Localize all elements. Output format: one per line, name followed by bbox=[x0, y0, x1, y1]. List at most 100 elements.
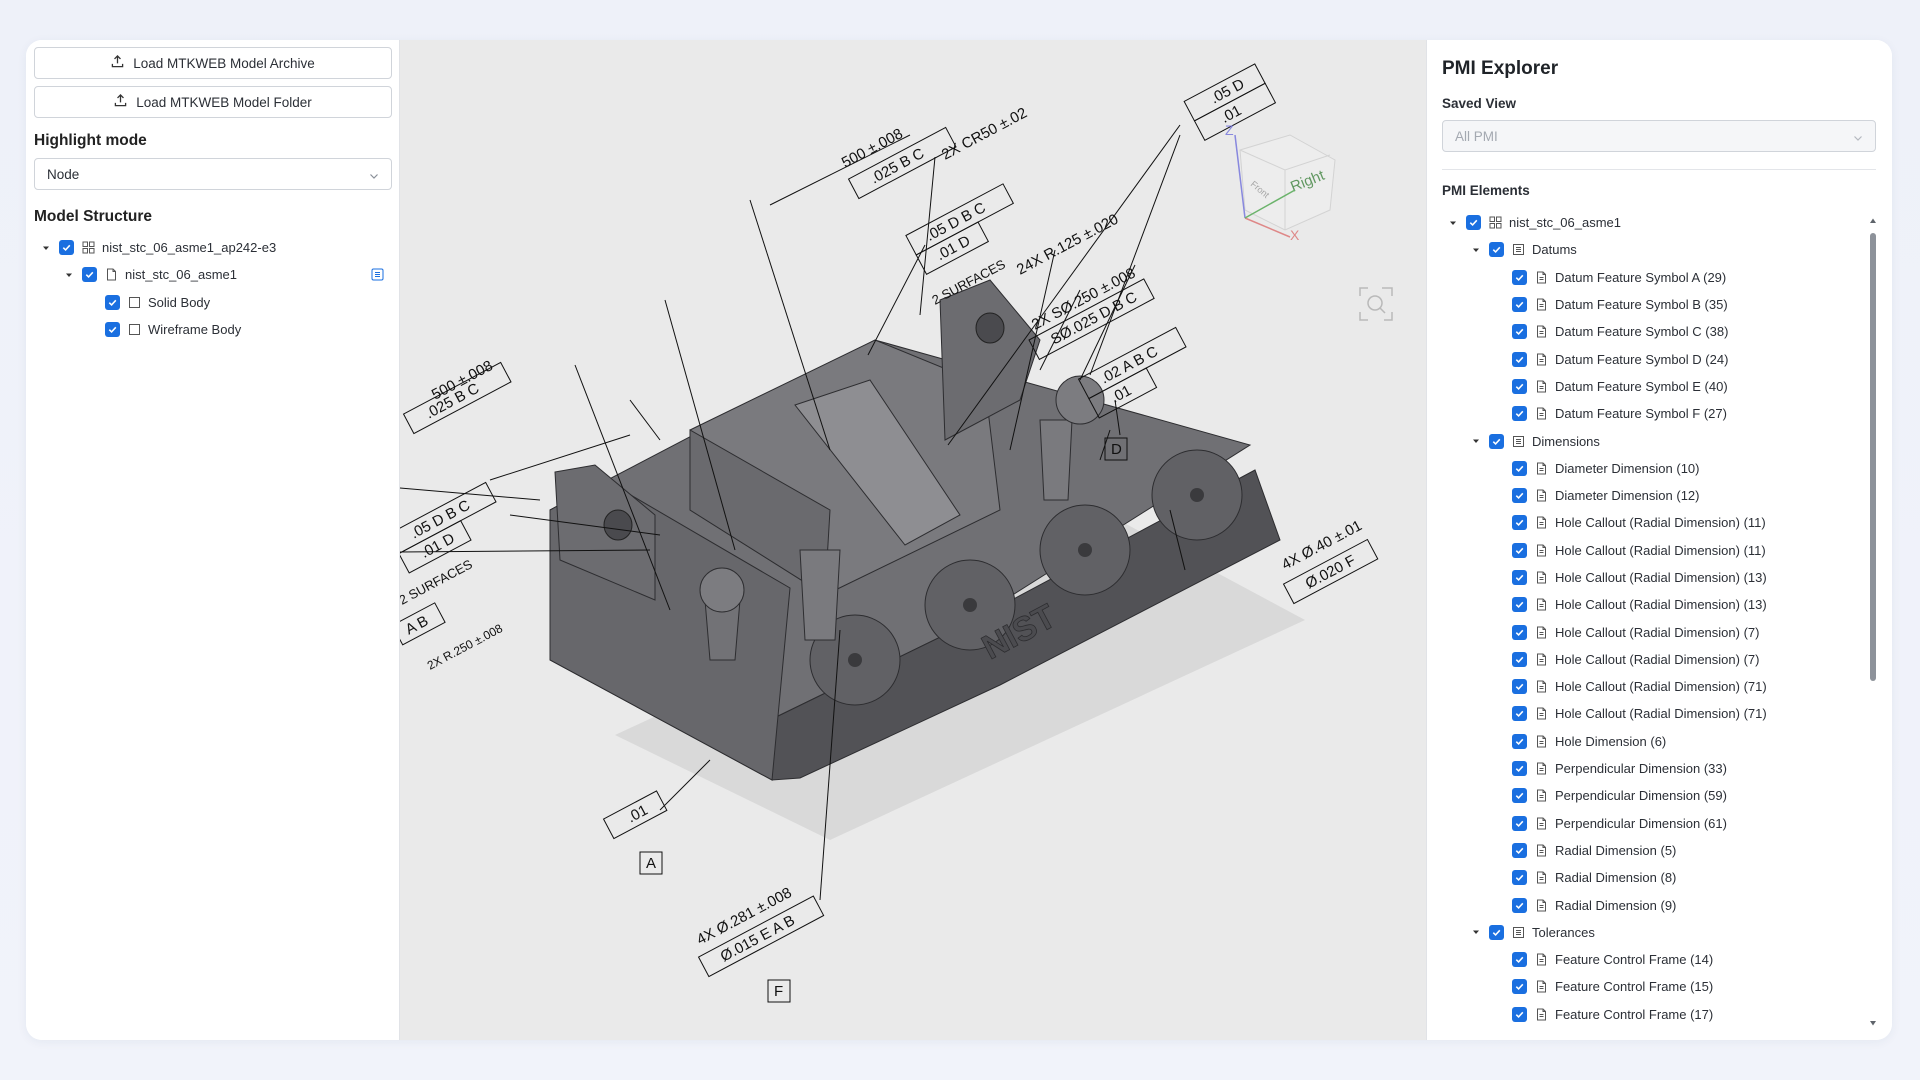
visibility-checkbox[interactable] bbox=[1512, 570, 1527, 585]
visibility-checkbox[interactable] bbox=[1512, 651, 1527, 667]
fcf-05-dbc[interactable]: .05 D B C .01 D bbox=[905, 183, 1024, 276]
cad-scene[interactable]: NIST 500 ±.008 .025 B C 2X CR50 ±.02 .05… bbox=[400, 40, 1427, 1040]
annotation-surfaces-left[interactable]: 2 SURFACES bbox=[400, 556, 475, 607]
visibility-checkbox[interactable] bbox=[82, 267, 97, 283]
document-icon bbox=[1535, 735, 1548, 748]
tree-row[interactable]: nist_stc_06_asme1_ap242-e3 bbox=[34, 234, 392, 261]
visibility-checkbox[interactable] bbox=[1512, 788, 1527, 804]
tree-row[interactable]: Hole Dimension (6) bbox=[1442, 728, 1872, 755]
tree-row[interactable]: Feature Control Frame (15) bbox=[1442, 973, 1872, 1000]
tree-row[interactable]: Perpendicular Dimension (33) bbox=[1442, 755, 1872, 782]
visibility-checkbox[interactable] bbox=[1512, 378, 1527, 394]
tree-row[interactable]: Perpendicular Dimension (61) bbox=[1442, 810, 1872, 837]
tree-row[interactable]: Dimensions bbox=[1442, 427, 1872, 454]
tree-row[interactable]: Hole Callout (Radial Dimension) (11) bbox=[1442, 537, 1872, 564]
load-archive-button[interactable]: Load MTKWEB Model Archive bbox=[34, 47, 392, 79]
visibility-checkbox[interactable] bbox=[1512, 406, 1527, 422]
tree-row[interactable]: nist_stc_06_asme1 bbox=[34, 261, 392, 288]
document-icon bbox=[1535, 707, 1548, 720]
tree-row[interactable]: Datum Feature Symbol A (29) bbox=[1442, 264, 1872, 291]
visibility-checkbox[interactable] bbox=[1466, 215, 1481, 231]
visibility-checkbox[interactable] bbox=[1512, 269, 1527, 285]
visibility-checkbox[interactable] bbox=[1512, 870, 1527, 886]
visibility-checkbox[interactable] bbox=[1512, 706, 1527, 722]
caret-down-icon[interactable] bbox=[1471, 436, 1481, 446]
highlight-mode-select[interactable]: Node bbox=[34, 158, 392, 190]
tree-row[interactable]: Hole Callout (Radial Dimension) (7) bbox=[1442, 618, 1872, 645]
zoom-fit-icon[interactable] bbox=[1359, 287, 1393, 321]
datum-f[interactable]: F bbox=[767, 979, 791, 1003]
annotation-r250[interactable]: 2X R.250 ±.008 bbox=[425, 621, 505, 673]
visibility-checkbox[interactable] bbox=[105, 294, 120, 310]
tree-row[interactable]: Datum Feature Symbol D (24) bbox=[1442, 345, 1872, 372]
caret-down-icon[interactable] bbox=[1448, 218, 1458, 228]
load-folder-button[interactable]: Load MTKWEB Model Folder bbox=[34, 86, 392, 118]
visibility-checkbox[interactable] bbox=[1512, 542, 1527, 558]
visibility-checkbox[interactable] bbox=[1489, 433, 1504, 449]
visibility-checkbox[interactable] bbox=[1512, 297, 1527, 313]
visibility-checkbox[interactable] bbox=[1512, 515, 1527, 531]
visibility-checkbox[interactable] bbox=[1489, 242, 1504, 258]
tree-row[interactable]: Solid Body bbox=[34, 289, 392, 316]
fcf-01-bottom[interactable]: .01 bbox=[602, 790, 668, 840]
tree-row[interactable]: Perpendicular Dimension (59) bbox=[1442, 782, 1872, 809]
visibility-checkbox[interactable] bbox=[1512, 324, 1527, 340]
visibility-checkbox[interactable] bbox=[1512, 460, 1527, 476]
caret-down-icon[interactable] bbox=[1471, 927, 1481, 937]
tree-row[interactable]: Tolerances bbox=[1442, 919, 1872, 946]
tree-row[interactable]: Radial Dimension (8) bbox=[1442, 864, 1872, 891]
scroll-down-icon[interactable] bbox=[1869, 1019, 1877, 1027]
view-cube[interactable]: Right Front Z X bbox=[1225, 122, 1336, 243]
tree-row[interactable]: Datum Feature Symbol E (40) bbox=[1442, 373, 1872, 400]
visibility-checkbox[interactable] bbox=[1512, 815, 1527, 831]
tree-row[interactable]: Datum Feature Symbol C (38) bbox=[1442, 318, 1872, 345]
tree-row-label: Diameter Dimension (12) bbox=[1555, 488, 1700, 504]
tree-row[interactable]: Datums bbox=[1442, 236, 1872, 263]
datum-a[interactable]: A bbox=[639, 851, 663, 875]
visibility-checkbox[interactable] bbox=[1489, 924, 1504, 940]
tree-row[interactable]: Hole Callout (Radial Dimension) (13) bbox=[1442, 564, 1872, 591]
scroll-up-icon[interactable] bbox=[1869, 217, 1877, 225]
tree-row[interactable]: Hole Callout (Radial Dimension) (71) bbox=[1442, 700, 1872, 727]
tree-row[interactable]: Hole Callout (Radial Dimension) (13) bbox=[1442, 591, 1872, 618]
caret-down-icon[interactable] bbox=[41, 243, 51, 253]
visibility-checkbox[interactable] bbox=[1512, 897, 1527, 913]
visibility-checkbox[interactable] bbox=[1512, 842, 1527, 858]
visibility-checkbox[interactable] bbox=[59, 240, 74, 256]
visibility-checkbox[interactable] bbox=[1512, 952, 1527, 968]
tree-row[interactable]: Hole Callout (Radial Dimension) (71) bbox=[1442, 673, 1872, 700]
tree-row[interactable]: Radial Dimension (9) bbox=[1442, 891, 1872, 918]
saved-view-select[interactable]: All PMI bbox=[1442, 120, 1876, 152]
pmi-tree-scrollbar[interactable] bbox=[1868, 217, 1878, 1027]
visibility-checkbox[interactable] bbox=[1512, 597, 1527, 613]
tree-row[interactable]: Feature Control Frame (17) bbox=[1442, 1001, 1872, 1028]
visibility-checkbox[interactable] bbox=[1512, 733, 1527, 749]
visibility-checkbox[interactable] bbox=[1512, 488, 1527, 504]
tree-row[interactable]: nist_stc_06_asme1 bbox=[1442, 209, 1872, 236]
annotation-r125[interactable]: 24X R.125 ±.020 bbox=[1014, 211, 1121, 279]
properties-icon[interactable] bbox=[371, 268, 384, 281]
scrollbar-thumb[interactable] bbox=[1870, 233, 1876, 681]
tree-row[interactable]: Datum Feature Symbol B (35) bbox=[1442, 291, 1872, 318]
tree-row[interactable]: Diameter Dimension (10) bbox=[1442, 455, 1872, 482]
visibility-checkbox[interactable] bbox=[1512, 679, 1527, 695]
tree-row[interactable]: Hole Callout (Radial Dimension) (11) bbox=[1442, 509, 1872, 536]
3d-viewport[interactable]: NIST 500 ±.008 .025 B C 2X CR50 ±.02 .05… bbox=[399, 40, 1427, 1040]
tree-row[interactable]: Radial Dimension (5) bbox=[1442, 837, 1872, 864]
caret-spacer bbox=[1494, 845, 1504, 855]
visibility-checkbox[interactable] bbox=[1512, 1006, 1527, 1022]
tree-row[interactable]: Hole Callout (Radial Dimension) (7) bbox=[1442, 646, 1872, 673]
tree-row[interactable]: Datum Feature Symbol F (27) bbox=[1442, 400, 1872, 427]
visibility-checkbox[interactable] bbox=[1512, 761, 1527, 777]
tree-row[interactable]: Diameter Dimension (12) bbox=[1442, 482, 1872, 509]
visibility-checkbox[interactable] bbox=[1512, 979, 1527, 995]
tree-row[interactable]: Feature Control Frame (14) bbox=[1442, 946, 1872, 973]
caret-down-icon[interactable] bbox=[1471, 245, 1481, 255]
visibility-checkbox[interactable] bbox=[105, 322, 120, 338]
tree-row[interactable]: Wireframe Body bbox=[34, 316, 392, 343]
visibility-checkbox[interactable] bbox=[1512, 624, 1527, 640]
annotation-cr50[interactable]: 2X CR50 ±.02 bbox=[939, 104, 1030, 163]
visibility-checkbox[interactable] bbox=[1512, 351, 1527, 367]
caret-down-icon[interactable] bbox=[64, 270, 74, 280]
datum-ab[interactable]: A B bbox=[400, 602, 446, 646]
